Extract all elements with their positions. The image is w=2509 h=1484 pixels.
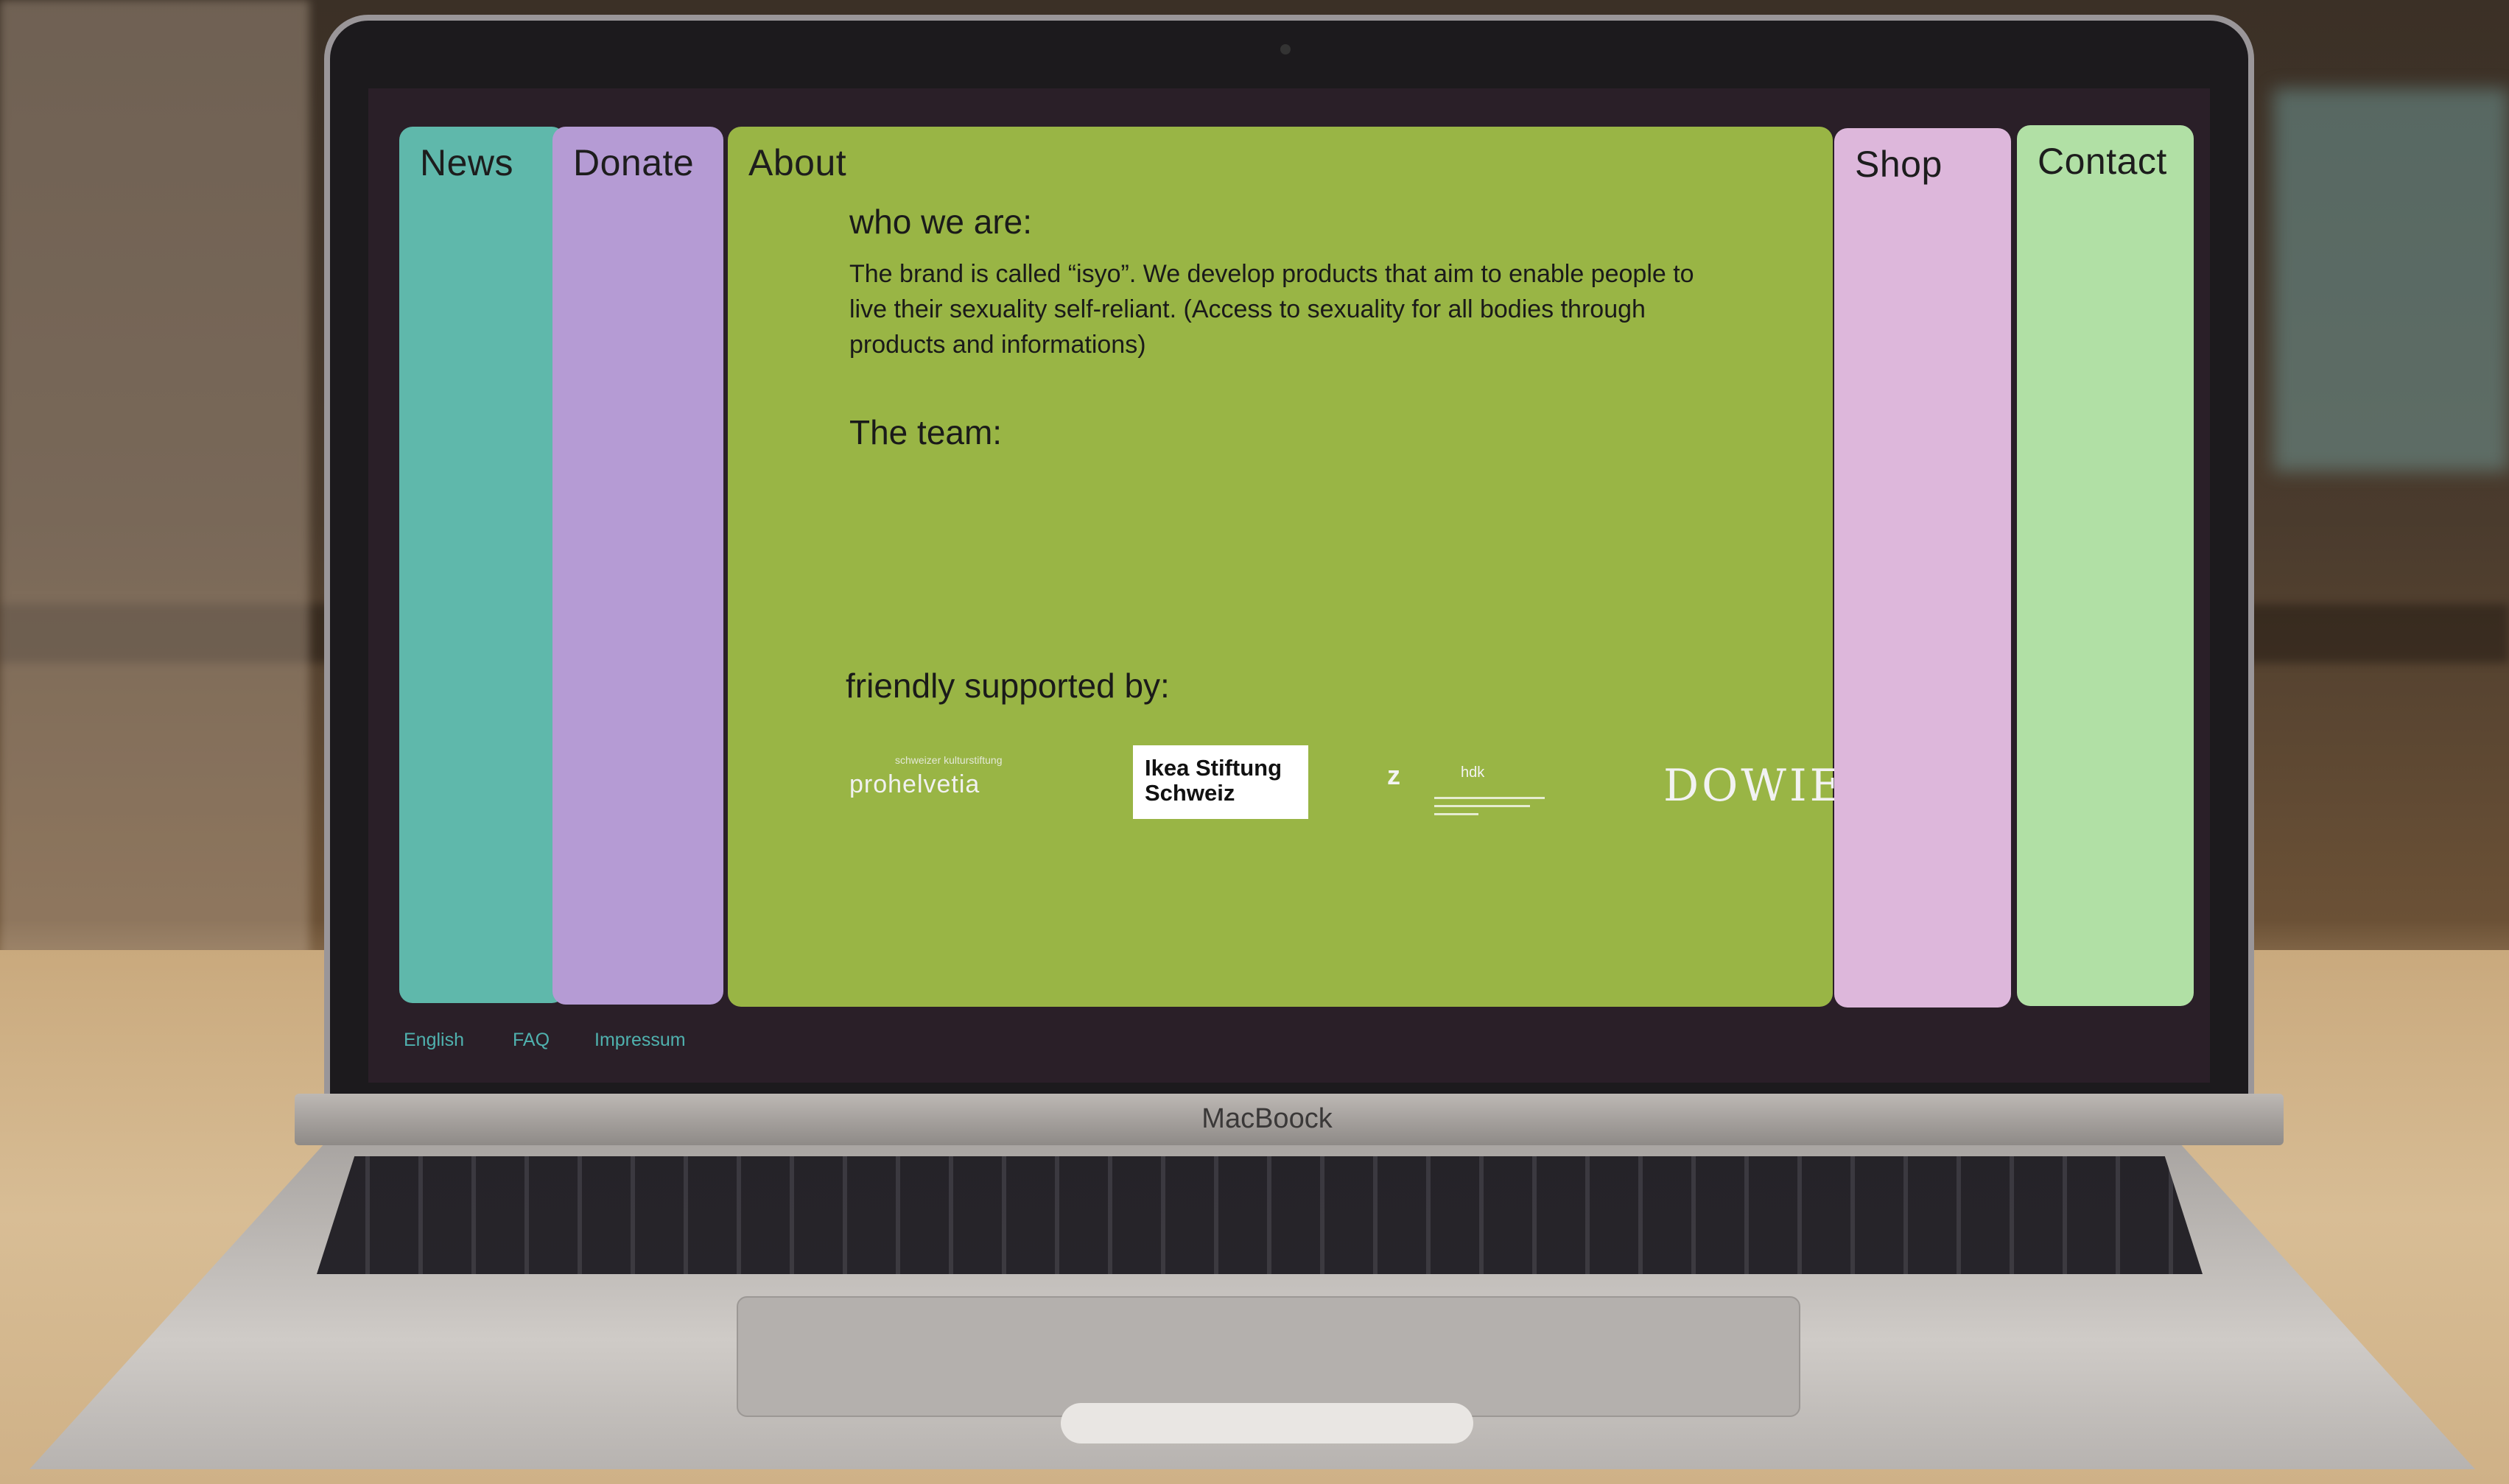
- team-heading: The team:: [849, 413, 1003, 451]
- background-books-right: [2273, 88, 2509, 471]
- prohelvetia-wordmark: prohelvetia: [849, 770, 980, 798]
- zhdk-fineprint: [1434, 797, 1552, 821]
- nav-panel-donate[interactable]: Donate: [552, 127, 723, 1005]
- camera-icon: [1280, 44, 1291, 54]
- nav-panel-news[interactable]: News: [399, 127, 565, 1003]
- laptop-keyboard: [317, 1156, 2203, 1274]
- footer-link-impressum[interactable]: Impressum: [594, 1030, 686, 1051]
- laptop-screen: News Donate About who we are: The brand …: [368, 88, 2210, 1083]
- sponsor-logo-zhdk[interactable]: z hdk: [1387, 760, 1545, 815]
- nav-label-contact: Contact: [2038, 141, 2167, 182]
- laptop-brand-label: MacBoock: [1201, 1103, 1333, 1134]
- nav-panel-about[interactable]: About who we are: The brand is called “i…: [728, 127, 1842, 1007]
- prohelvetia-tagline: schweizer kulturstiftung: [895, 754, 1003, 766]
- laptop-trackpad: [737, 1296, 1800, 1417]
- zhdk-name: hdk: [1461, 764, 1485, 781]
- footer-link-english[interactable]: English: [404, 1030, 464, 1051]
- about-heading: who we are:: [849, 203, 1033, 241]
- nav-label-shop: Shop: [1855, 144, 1943, 185]
- sponsor-logo-prohelvetia[interactable]: schweizer kulturstiftung prohelvetia: [849, 754, 1003, 799]
- footer-link-faq[interactable]: FAQ: [513, 1030, 550, 1051]
- support-heading: friendly supported by:: [846, 667, 1170, 705]
- sponsor-logo-dowie[interactable]: DOWIE: [1663, 760, 1845, 812]
- nav-label-donate: Donate: [573, 142, 695, 183]
- nav-label-news: News: [420, 142, 514, 183]
- nav-label-about: About: [748, 142, 847, 183]
- nav-panel-shop[interactable]: Shop: [1834, 128, 2011, 1007]
- zhdk-mark: z: [1387, 760, 1400, 790]
- nav-panel-contact[interactable]: Contact: [2017, 125, 2194, 1006]
- sponsor-logo-ikea-stiftung[interactable]: Ikea Stiftung Schweiz: [1133, 745, 1308, 819]
- laptop-front-notch: [1061, 1403, 1473, 1443]
- about-text: The brand is called “isyo”. We develop p…: [849, 260, 1694, 359]
- ikea-line-2: Schweiz: [1145, 780, 1235, 806]
- ikea-line-1: Ikea Stiftung: [1145, 755, 1282, 781]
